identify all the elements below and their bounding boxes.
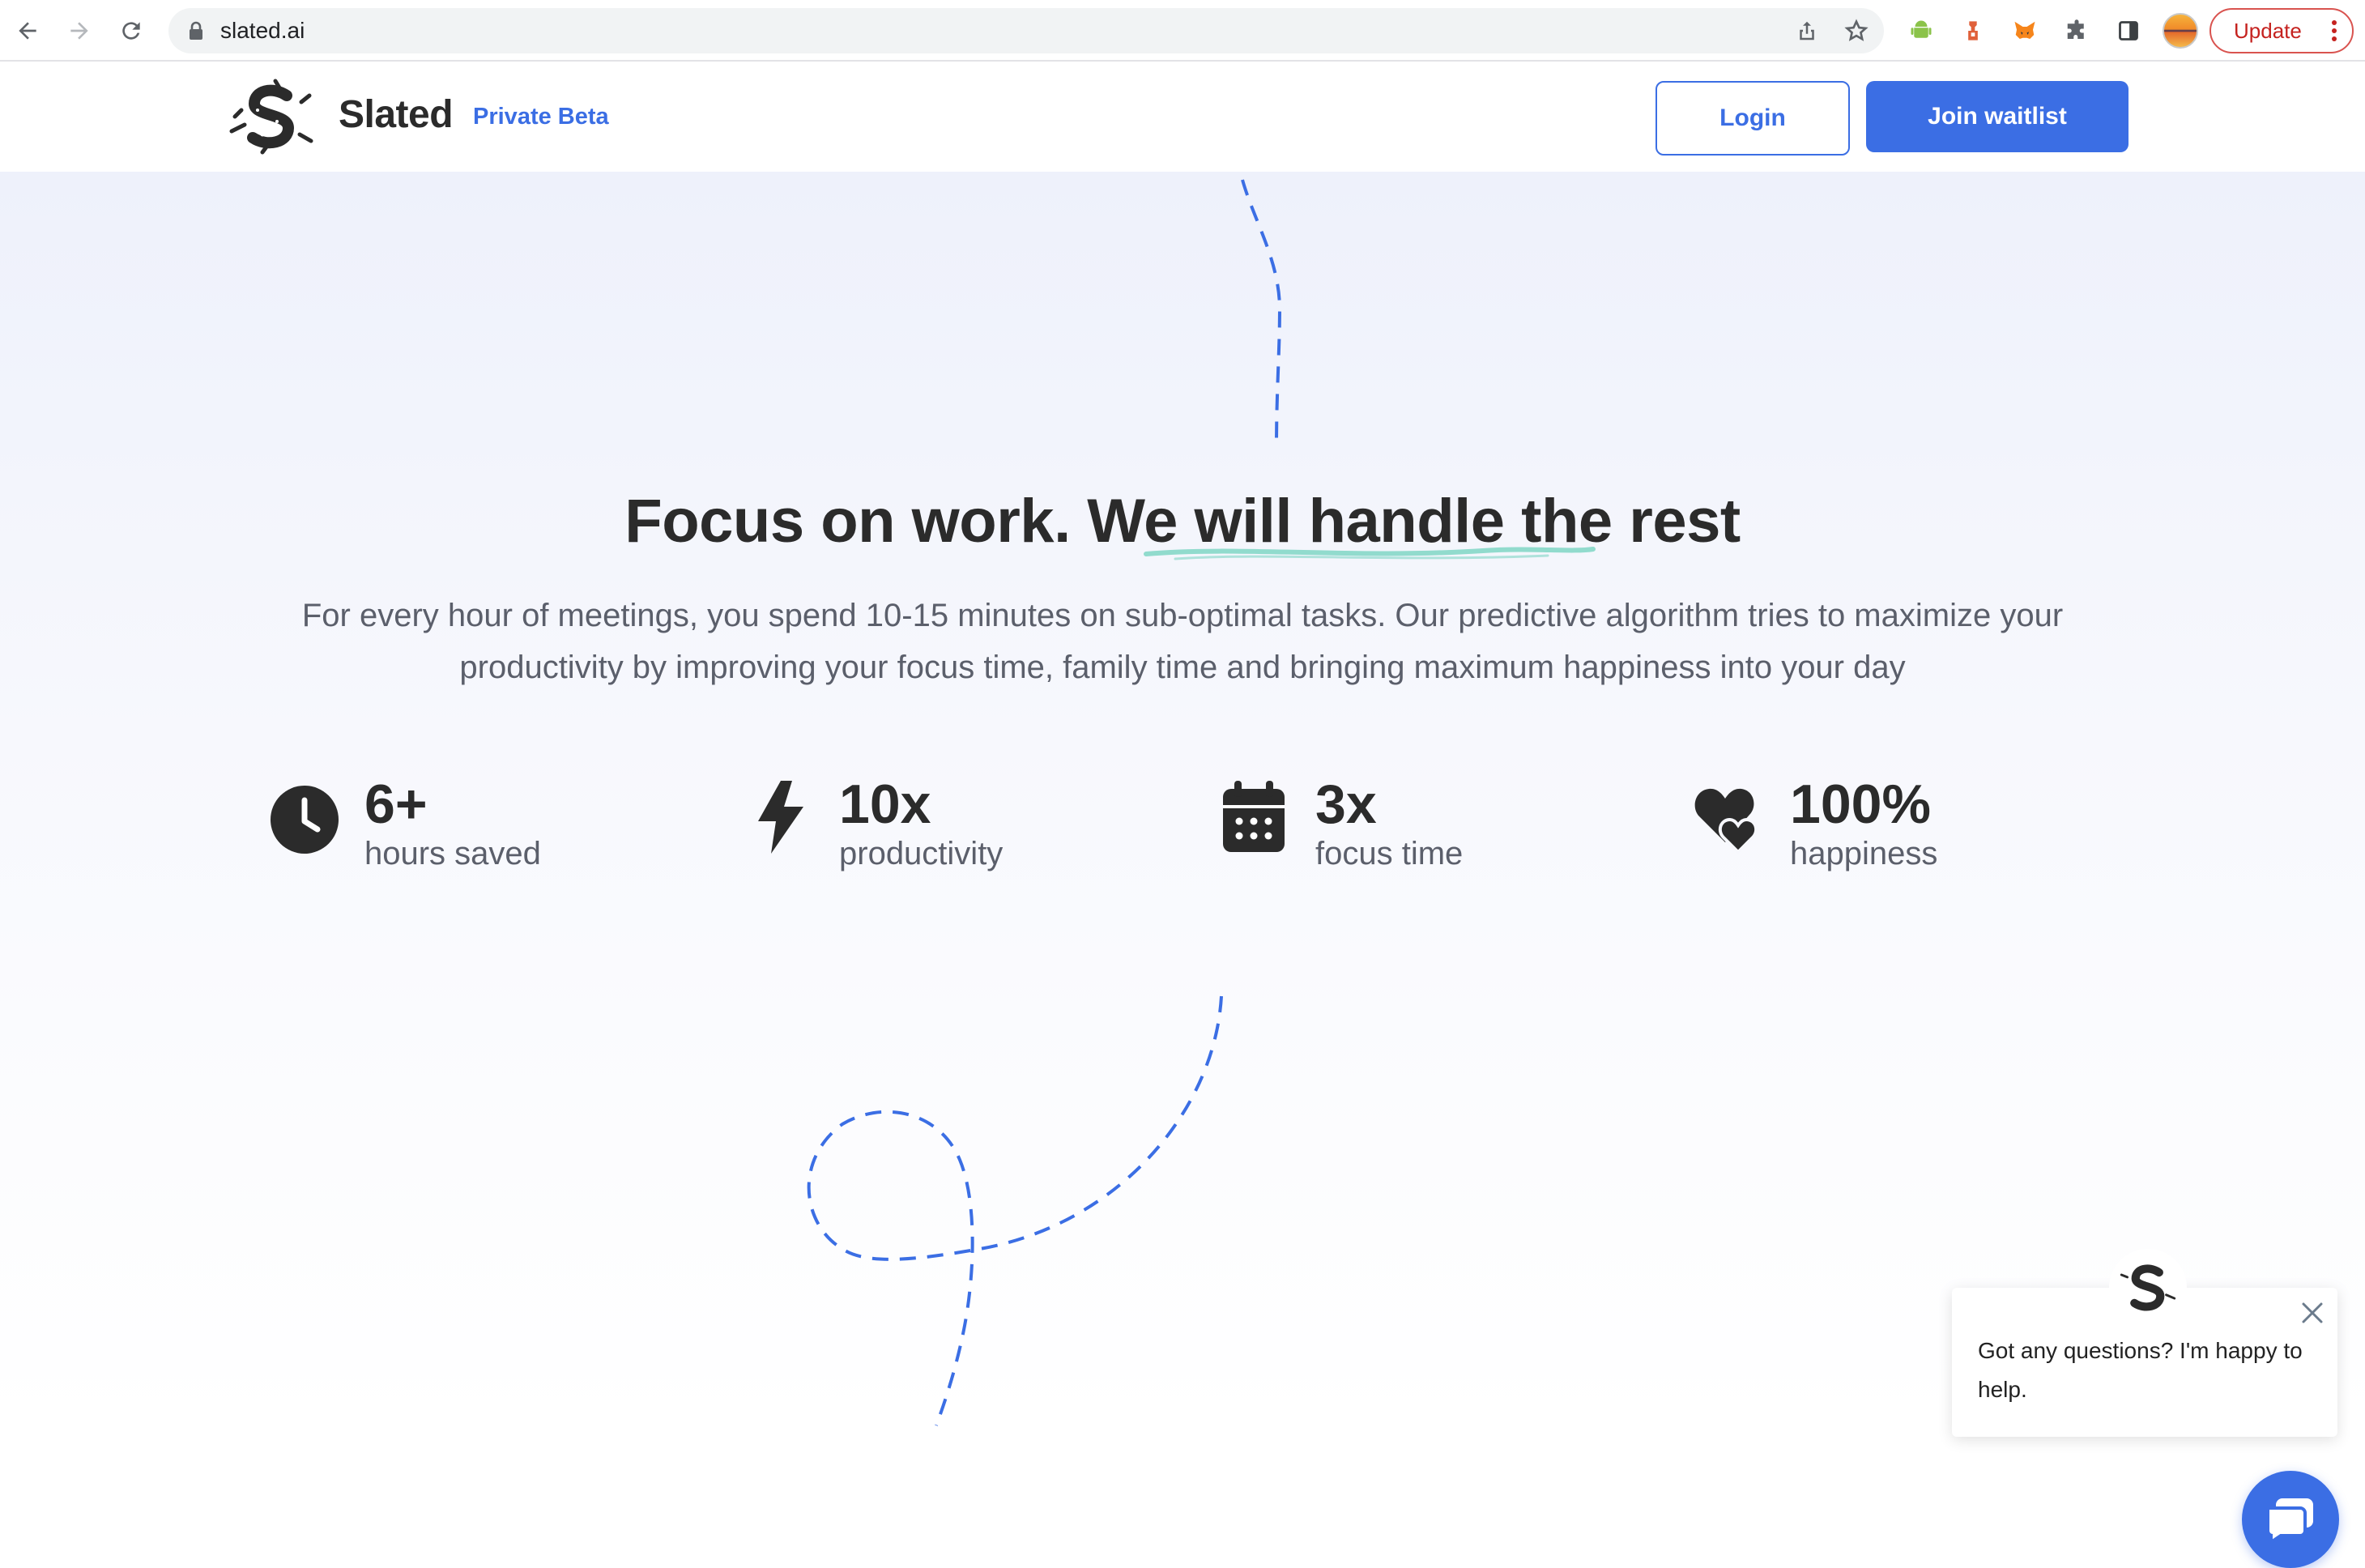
calendar-icon — [1223, 781, 1285, 852]
slated-logo-icon[interactable] — [227, 78, 316, 156]
stat-value: 10x — [839, 773, 931, 835]
dashed-path-top-decoration — [1241, 179, 1282, 447]
hero-headline: Focus on work. We will handle the rest — [0, 486, 2365, 560]
stat-focus-time: 3x focus time — [1221, 773, 1545, 871]
close-icon[interactable] — [2300, 1301, 2325, 1325]
headline-underline-decoration — [1144, 547, 1596, 560]
url-text: slated.ai — [220, 18, 305, 43]
site-header: Slated Private Beta Login Join waitlist — [0, 62, 2365, 172]
chat-bot-avatar — [2109, 1249, 2187, 1327]
stat-hours-saved: 6+ hours saved — [271, 773, 594, 871]
profile-avatar[interactable] — [2163, 13, 2198, 49]
clock-icon — [271, 786, 339, 854]
slated-logo-icon — [2120, 1264, 2176, 1311]
metamask-fox-icon[interactable] — [2009, 15, 2041, 47]
arrow-right-icon — [70, 22, 88, 40]
forward-button[interactable] — [63, 15, 96, 47]
android-extension-icon[interactable] — [1905, 15, 1937, 47]
chat-message-text: Got any questions? I'm happy to help. — [1978, 1338, 2303, 1402]
stat-label: hours saved — [364, 836, 541, 871]
brand-name[interactable]: Slated — [339, 92, 454, 137]
private-beta-badge: Private Beta — [473, 104, 609, 130]
stat-value: 6+ — [364, 773, 428, 835]
bolt-icon — [758, 781, 803, 854]
tower-extension-icon[interactable] — [1957, 15, 1989, 47]
stat-value: 100% — [1790, 773, 1931, 835]
bookmark-star-icon[interactable] — [1843, 18, 1869, 44]
more-vertical-icon — [2332, 20, 2337, 41]
reload-icon — [122, 22, 140, 40]
stat-productivity: 10x productivity — [752, 773, 1076, 871]
address-bar[interactable]: slated.ai — [168, 8, 1884, 53]
stat-happiness: 100% happiness — [1693, 773, 2017, 871]
hearts-icon — [1694, 788, 1758, 854]
login-button[interactable]: Login — [1656, 81, 1850, 156]
share-icon[interactable] — [1795, 18, 1819, 44]
arrow-left-icon — [19, 22, 36, 40]
lock-icon — [190, 21, 202, 40]
stat-label: focus time — [1315, 836, 1464, 871]
stat-label: happiness — [1790, 836, 1938, 871]
join-waitlist-button[interactable]: Join waitlist — [1866, 81, 2128, 152]
hero-subtitle: For every hour of meetings, you spend 10… — [301, 598, 2064, 685]
back-button[interactable] — [11, 15, 44, 47]
stat-value: 3x — [1315, 773, 1377, 835]
browser-toolbar: slated.ai Update — [0, 0, 2365, 62]
reload-button[interactable] — [115, 15, 147, 47]
update-button[interactable]: Update — [2209, 8, 2354, 53]
side-panel-icon[interactable] — [2112, 15, 2145, 47]
update-label: Update — [2234, 18, 2302, 43]
chat-launcher-button[interactable] — [2242, 1471, 2339, 1568]
stat-label: productivity — [839, 836, 1004, 871]
dashed-path-bottom-decoration — [807, 995, 1223, 1426]
hero-section: Focus on work. We will handle the rest F… — [0, 172, 2365, 1568]
extensions-puzzle-icon[interactable] — [2060, 15, 2093, 47]
chat-bubble-icon — [2266, 1498, 2313, 1544]
